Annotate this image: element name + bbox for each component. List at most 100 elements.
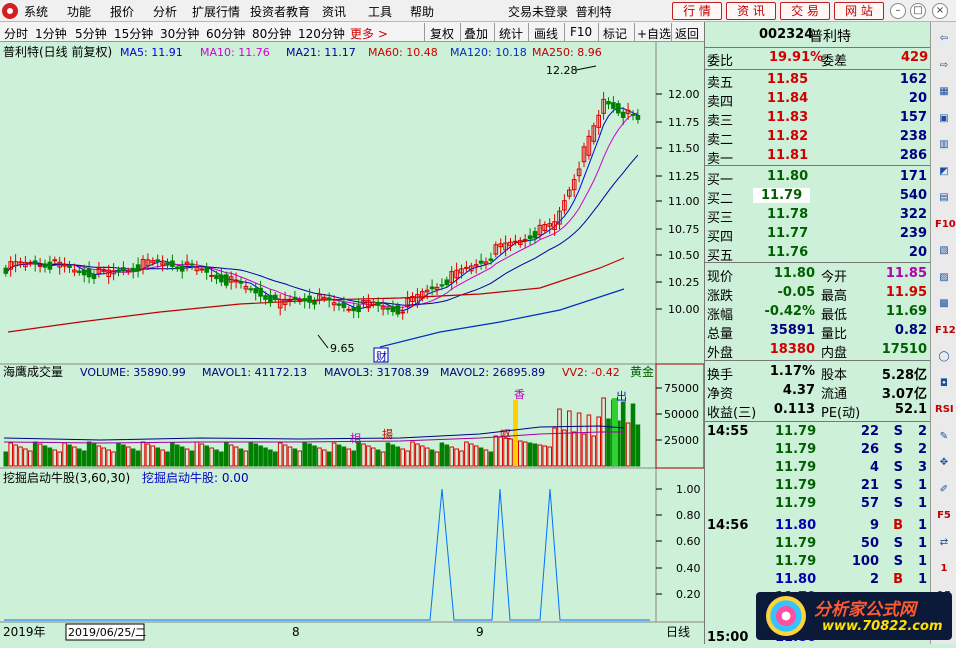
finance-row[interactable]: 换手 1.17% 股本 5.28亿 [705,363,931,383]
menu-news[interactable]: 资讯 [322,3,346,20]
menu-education[interactable]: 投资者教育 [250,3,310,20]
website-button[interactable]: 网 站 [834,2,884,20]
tick-row[interactable]: 14:56 11.80 9 B 1 [705,517,931,536]
volume-bar [67,444,72,467]
more-periods-button[interactable]: 更多 > [350,25,388,42]
bid-row[interactable]: 买四 11.77 239 [705,225,931,245]
arrow-left-icon[interactable]: ⇦ [935,30,953,48]
kline-icon[interactable]: ▥ [935,136,953,154]
menu-function[interactable]: 功能 [67,3,91,20]
ask-row[interactable]: 卖四 11.84 20 [705,90,931,110]
tick-row[interactable]: 11.79 50 S 1 [705,535,931,554]
arrow-right-icon[interactable]: ⇨ [935,57,953,75]
volume-bars [3,397,641,467]
period-tab-120min[interactable]: 120分钟 [298,25,345,42]
period-tab-timeshare[interactable]: 分时 [4,25,28,42]
period-tab-30min[interactable]: 30分钟 [160,25,199,42]
candle-body [464,266,469,269]
menu-quote[interactable]: 报价 [110,3,134,20]
stat-row[interactable]: 现价 11.80 今开 11.85 [705,265,931,285]
chart-area[interactable]: 普利特(日线 前复权) MA5: 11.91 MA10: 11.76 MA21: 1… [0,42,705,644]
tick-count: 1 [917,572,927,587]
timeline-month-8: 8 [292,625,300,639]
finance-row[interactable]: 收益(三) 0.113 PE(动) 52.1 [705,401,931,421]
tick-row[interactable]: 11.79 26 S 2 [705,441,931,460]
bid-row[interactable]: 买三 11.78 322 [705,206,931,226]
tick-row[interactable]: 11.79 21 S 1 [705,477,931,496]
calc-icon[interactable]: ▧ [935,242,953,260]
trade-button[interactable]: 交 易 [780,2,830,20]
one-icon[interactable]: 1 [935,560,953,578]
letter-icon[interactable]: ◘ [935,375,953,393]
f12-icon[interactable]: F12 [935,322,956,340]
window-icon[interactable]: ▣ [935,110,953,128]
rsi-icon[interactable]: RSI [935,401,954,419]
stat-row[interactable]: 涨幅 -0.42% 最低 11.69 [705,303,931,323]
news-button[interactable]: 资 讯 [726,2,776,20]
chart-icon[interactable]: ◩ [935,163,953,181]
f10-icon[interactable]: F10 [935,216,956,234]
menu-tools[interactable]: 工具 [368,3,392,20]
bid-row[interactable]: 买一 11.80 171 [705,168,931,188]
ask-row[interactable]: 卖五 11.85 162 [705,71,931,91]
ask-row[interactable]: 卖二 11.82 238 [705,128,931,148]
tick-row[interactable]: 11.79 4 S 3 [705,459,931,478]
finance-label: 净资 [707,387,734,402]
volume-bar [263,447,268,467]
swap-icon[interactable]: ⇄ [935,534,953,552]
volume-bar [86,441,92,467]
info-icon[interactable]: ▩ [935,295,953,313]
stat-row[interactable]: 外盘 18380 内盘 17510 [705,341,931,361]
stat-row[interactable]: 总量 35891 量比 0.82 [705,322,931,342]
tick-row[interactable]: 11.79 100 S 1 [705,553,931,572]
bid-row[interactable]: 买二 11.79 540 [705,187,931,207]
menu-extended[interactable]: 扩展行情 [192,3,240,20]
tick-row[interactable]: 11.80 2 B 1 [705,571,931,590]
ask-row[interactable]: 卖三 11.83 157 [705,109,931,129]
circle-icon[interactable]: ◯ [935,348,953,366]
y-tick-label: 0.20 [676,588,701,601]
tick-row[interactable]: 14:55 11.79 22 S 2 [705,423,931,442]
brush-icon[interactable]: ✎ [935,428,953,446]
maximize-icon[interactable]: □ [910,3,926,19]
finance-row[interactable]: 净资 4.37 流通 3.07亿 [705,382,931,402]
kline-chart-svg[interactable]: 普利特(日线 前复权) MA5: 11.91 MA10: 11.76 MA21: 1… [0,42,705,644]
ask-row[interactable]: 卖一 11.81 286 [705,147,931,167]
bid-price: 11.78 [767,207,809,222]
tick-row[interactable]: 11.79 57 S 1 [705,495,931,514]
menu-analysis[interactable]: 分析 [153,3,177,20]
candle-body [307,295,312,303]
timeline-mode[interactable]: 日线 [666,625,690,639]
zone-icon[interactable]: ▨ [935,269,953,287]
volume-legend: VOLUME: 35890.99 MAVOL1: 41172.13 MAVOL3: … [80,366,620,379]
add-watchlist-button[interactable]: +自选 [637,25,671,42]
volume-bar [13,444,18,467]
restore-right-button[interactable]: 复权 [430,25,454,42]
pen-icon[interactable]: ✐ [935,481,953,499]
bid-row[interactable]: 买五 11.76 20 [705,244,931,264]
minimize-icon[interactable]: – [890,3,906,19]
timeline-month-9: 9 [476,625,484,639]
menu-help[interactable]: 帮助 [410,3,434,20]
grid-icon[interactable]: ▦ [935,83,953,101]
draw-line-button[interactable]: 画线 [534,25,558,42]
move-icon[interactable]: ✥ [935,454,953,472]
stat-row[interactable]: 涨跌 -0.05 最高 11.95 [705,284,931,304]
period-tab-15min[interactable]: 15分钟 [114,25,153,42]
f10-button[interactable]: F10 [570,25,592,39]
stat-label: 外盘 [707,346,734,361]
menu-system[interactable]: 系统 [24,3,48,20]
candle-body [302,298,307,302]
overlay-button[interactable]: 叠加 [464,25,488,42]
kline2-icon[interactable]: ▤ [935,189,953,207]
f5-icon[interactable]: F5 [935,507,953,525]
period-tab-5min[interactable]: 5分钟 [75,25,107,42]
period-tab-1min[interactable]: 1分钟 [35,25,67,42]
period-tab-80min[interactable]: 80分钟 [252,25,291,42]
back-button[interactable]: 返回 [675,25,699,42]
mark-button[interactable]: 标记 [603,25,627,42]
period-tab-60min[interactable]: 60分钟 [206,25,245,42]
close-icon[interactable]: × [932,3,948,19]
statistics-button[interactable]: 统计 [499,25,523,42]
quote-button[interactable]: 行 情 [672,2,722,20]
